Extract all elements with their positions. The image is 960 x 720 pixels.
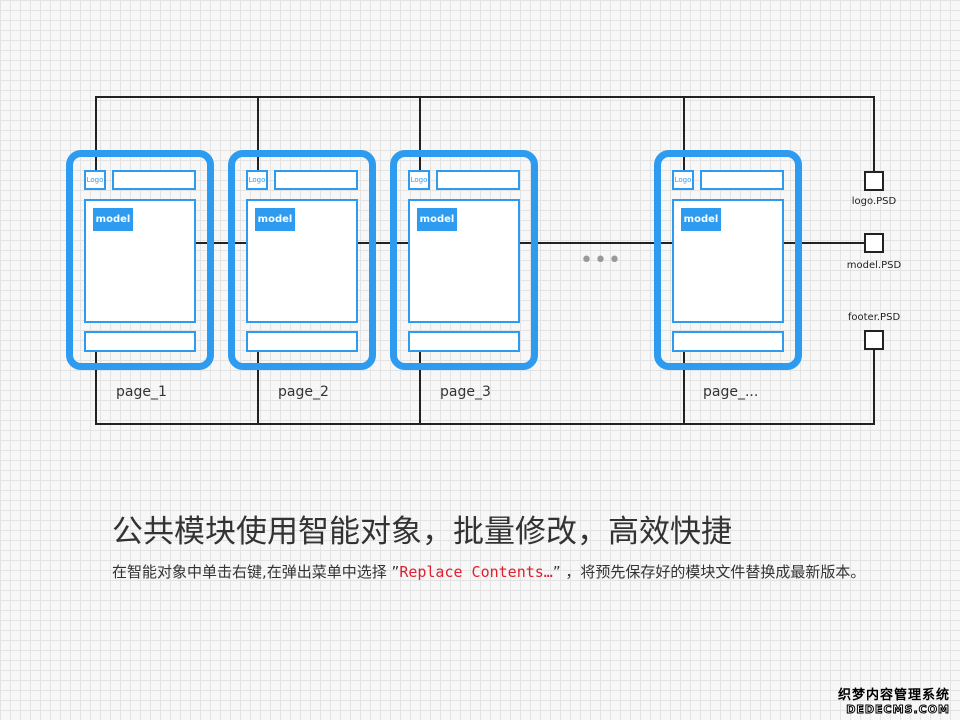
description-text-2: ” ，将预先保存好的模块文件替换成最新版本。	[552, 563, 866, 581]
header-block-1	[112, 170, 196, 190]
model-block-2: model	[255, 208, 295, 231]
logo-psd-icon	[864, 171, 884, 191]
description: 在智能对象中单击右键,在弹出菜单中选择 ”Replace Contents…” …	[112, 558, 872, 586]
footer-psd-icon	[864, 330, 884, 350]
footer-block-n	[672, 331, 784, 352]
more-pages-ellipsis: •••	[580, 248, 622, 273]
logo-psd-label: logo.PSD	[851, 196, 897, 207]
watermark-line-2: DEDECMS.COM	[846, 703, 950, 717]
footer-psd-label: footer.PSD	[847, 312, 901, 323]
headline: 公共模块使用智能对象，批量修改，高效快捷	[112, 514, 732, 550]
watermark-line-1: 织梦内容管理系统	[837, 688, 950, 703]
logo-block-1: Logo	[84, 170, 106, 190]
model-psd-icon	[864, 233, 884, 253]
model-psd-label: model.PSD	[846, 260, 902, 271]
footer-block-3	[408, 331, 520, 352]
model-block-n: model	[681, 208, 721, 231]
header-block-3	[436, 170, 520, 190]
header-block-2	[274, 170, 358, 190]
site-watermark: 织梦内容管理系统 DEDECMS.COM	[837, 684, 950, 717]
header-block-n	[700, 170, 784, 190]
page-label-2: page_2	[278, 384, 329, 400]
page-label-3: page_3	[440, 384, 491, 400]
logo-block-n: Logo	[672, 170, 694, 190]
description-text-1: 在智能对象中单击右键,在弹出菜单中选择 ”	[112, 563, 400, 581]
replace-contents-menu-item: Replace Contents…	[399, 563, 553, 581]
footer-block-1	[84, 331, 196, 352]
page-label-n: page_...	[703, 384, 759, 400]
footer-block-2	[246, 331, 358, 352]
page-label-1: page_1	[116, 384, 167, 400]
logo-block-3: Logo	[408, 170, 430, 190]
model-block-1: model	[93, 208, 133, 231]
logo-block-2: Logo	[246, 170, 268, 190]
model-block-3: model	[417, 208, 457, 231]
